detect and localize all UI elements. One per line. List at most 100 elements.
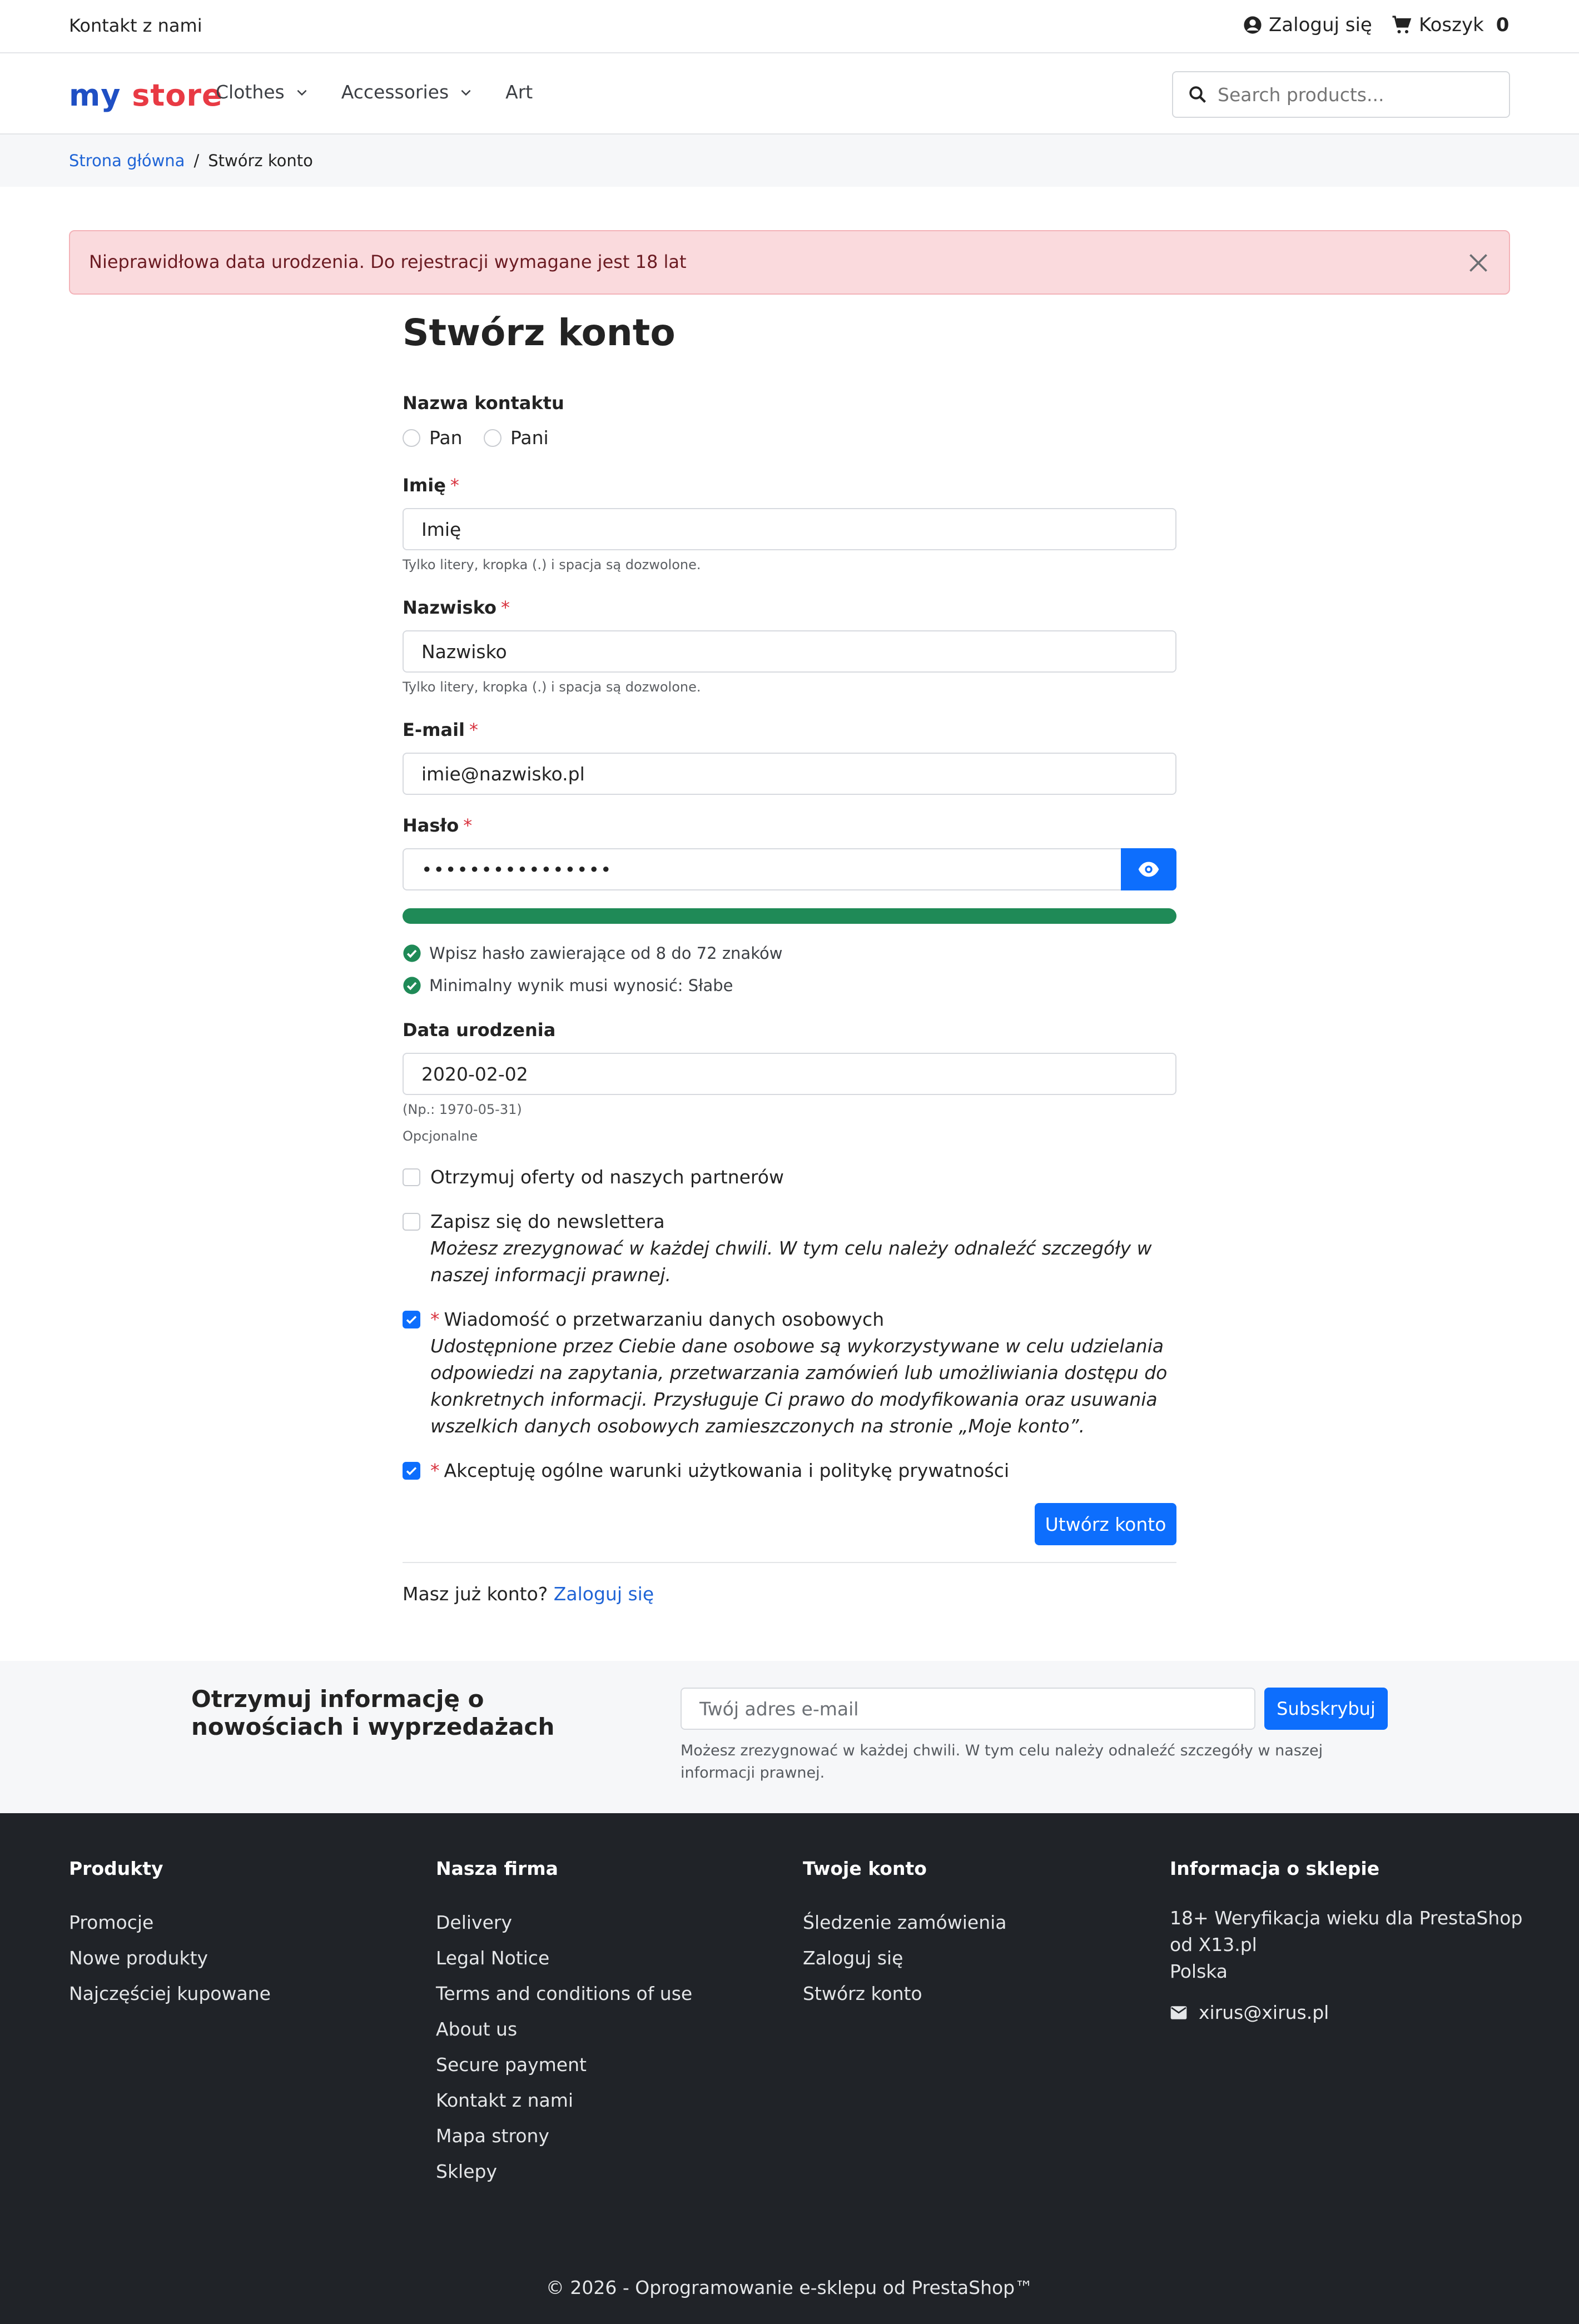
terms-text: * Akceptuję ogólne warunki użytkowania i … bbox=[430, 1457, 1009, 1484]
cart-icon bbox=[1392, 16, 1412, 33]
checkbox-box bbox=[403, 1213, 420, 1231]
required-mark: * bbox=[463, 815, 473, 836]
newsletter-footnote: Możesz zrezygnować w każdej chwili. W ty… bbox=[681, 1742, 1323, 1781]
required-mark: * bbox=[430, 1460, 440, 1481]
show-password-button[interactable] bbox=[1121, 848, 1176, 890]
store-logo[interactable]: my store bbox=[69, 78, 223, 113]
page-title: Stwórz konto bbox=[403, 311, 676, 354]
chevron-down-icon bbox=[297, 89, 307, 96]
footer-link[interactable]: Mapa strony bbox=[436, 2126, 692, 2146]
eye-icon bbox=[1138, 862, 1159, 877]
create-account-button[interactable]: Utwórz konto bbox=[1035, 1503, 1176, 1545]
footer-heading: Twoje konto bbox=[803, 1858, 927, 1879]
firstname-hint: Tylko litery, kropka (.) i spacja są doz… bbox=[403, 557, 701, 573]
lastname-label: Nazwisko * bbox=[403, 597, 510, 618]
logo-text-store: store bbox=[132, 78, 223, 113]
login-link[interactable]: Zaloguj się bbox=[1243, 14, 1372, 36]
password-rule-score: Minimalny wynik musi wynosić: Słabe bbox=[403, 976, 733, 995]
gender-radio-pani[interactable]: Pani bbox=[484, 427, 549, 449]
contact-link[interactable]: Kontakt z nami bbox=[69, 15, 202, 36]
firstname-input[interactable]: Imię bbox=[403, 508, 1176, 550]
footer-link[interactable]: Terms and conditions of use bbox=[436, 1984, 692, 2004]
radio-label: Pani bbox=[510, 427, 549, 449]
footer-link[interactable]: Śledzenie zamówienia bbox=[803, 1913, 1007, 1933]
footer-link[interactable]: Nowe produkty bbox=[69, 1948, 271, 1968]
footer-link[interactable]: Legal Notice bbox=[436, 1948, 692, 1968]
footer-heading: Produkty bbox=[69, 1858, 163, 1879]
footer-link[interactable]: Kontakt z nami bbox=[436, 2091, 692, 2111]
login-link-form[interactable]: Zaloguj się bbox=[554, 1583, 654, 1605]
store-email[interactable]: xirus@xirus.pl bbox=[1170, 2002, 1526, 2023]
newsletter-email-input[interactable]: Twój adres e-mail bbox=[681, 1688, 1255, 1730]
terms-checkbox[interactable]: * Akceptuję ogólne warunki użytkowania i … bbox=[403, 1457, 1176, 1484]
check-circle-icon bbox=[403, 944, 421, 962]
lastname-input[interactable]: Nazwisko bbox=[403, 630, 1176, 673]
nav-item-clothes[interactable]: Clothes bbox=[216, 81, 309, 103]
privacy-checkbox[interactable]: * Wiadomość o przetwarzaniu danych osobow… bbox=[403, 1306, 1176, 1440]
footer-link[interactable]: Zaloguj się bbox=[803, 1948, 1007, 1968]
gender-label: Nazwa kontaktu bbox=[403, 392, 564, 414]
main-nav: Clothes Accessories Art bbox=[216, 81, 533, 103]
cart-label: Koszyk bbox=[1419, 14, 1484, 36]
footer-link[interactable]: Delivery bbox=[436, 1913, 692, 1933]
birthday-optional: Opcjonalne bbox=[403, 1128, 478, 1144]
newsletter-section: Otrzymuj informację o nowościach i wyprz… bbox=[0, 1661, 1579, 1813]
newsletter-title: Otrzymuj informację o nowościach i wyprz… bbox=[191, 1685, 555, 1740]
nav-item-art[interactable]: Art bbox=[505, 81, 533, 103]
footer-heading: Nasza firma bbox=[436, 1858, 558, 1879]
search-box bbox=[1172, 71, 1510, 118]
form-divider bbox=[403, 1562, 1176, 1563]
birthday-label: Data urodzenia bbox=[403, 1019, 556, 1041]
privacy-note: Udostępnione przez Ciebie dane osobowe s… bbox=[430, 1335, 1168, 1437]
label-text: E-mail bbox=[403, 719, 465, 740]
birthday-input[interactable]: 2020-02-02 bbox=[403, 1053, 1176, 1095]
rule-text: Wpisz hasło zawierające od 8 do 72 znakó… bbox=[429, 944, 783, 963]
chevron-down-icon bbox=[461, 89, 471, 96]
check-icon bbox=[406, 1316, 417, 1324]
footer-link[interactable]: About us bbox=[436, 2019, 692, 2039]
breadcrumb-separator: / bbox=[193, 151, 200, 170]
nav-label: Accessories bbox=[341, 81, 449, 103]
password-rule-length: Wpisz hasło zawierające od 8 do 72 znakó… bbox=[403, 944, 782, 963]
lastname-hint: Tylko litery, kropka (.) i spacja są doz… bbox=[403, 679, 701, 695]
logo-text-my: my bbox=[69, 78, 121, 113]
footer-link[interactable]: Sklepy bbox=[436, 2162, 692, 2182]
terms-label: Akceptuję ogólne warunki użytkowania i p… bbox=[444, 1460, 1010, 1481]
gender-radio-pan[interactable]: Pan bbox=[403, 427, 463, 449]
cart-count: 0 bbox=[1496, 14, 1510, 36]
radio-circle bbox=[403, 429, 420, 447]
cart-link[interactable]: Koszyk 0 bbox=[1391, 14, 1509, 36]
email-input[interactable]: imie@nazwisko.pl bbox=[403, 753, 1176, 795]
optin-checkbox[interactable]: Otrzymuj oferty od naszych partnerów bbox=[403, 1164, 784, 1191]
footer-company: Nasza firma Delivery Legal Notice Terms … bbox=[436, 1858, 692, 2197]
have-account-text: Masz już konto? bbox=[403, 1583, 548, 1605]
breadcrumb-home[interactable]: Strona główna bbox=[69, 151, 185, 170]
breadcrumb: Strona główna / Stwórz konto bbox=[0, 135, 1579, 187]
subscribe-button[interactable]: Subskrybuj bbox=[1264, 1688, 1388, 1730]
email-label: E-mail * bbox=[403, 719, 478, 740]
breadcrumb-current: Stwórz konto bbox=[208, 151, 313, 170]
nav-label: Art bbox=[505, 81, 533, 103]
checkbox-box-checked bbox=[403, 1311, 420, 1328]
search-input[interactable] bbox=[1218, 83, 1496, 106]
password-strength-bar bbox=[403, 908, 1176, 924]
footer-link[interactable]: Stwórz konto bbox=[803, 1984, 1007, 2004]
radio-label: Pan bbox=[429, 427, 463, 449]
newsletter-checkbox[interactable]: Zapisz się do newslettera Możesz zrezygn… bbox=[403, 1208, 1176, 1288]
required-mark: * bbox=[450, 475, 459, 496]
copyright: © 2026 - Oprogramowanie e-sklepu od Pres… bbox=[545, 2277, 1034, 2298]
check-icon bbox=[406, 1467, 417, 1475]
nav-item-accessories[interactable]: Accessories bbox=[341, 81, 473, 103]
password-input[interactable]: •••••••••••••••• bbox=[403, 848, 1122, 890]
footer-link[interactable]: Secure payment bbox=[436, 2055, 692, 2075]
rule-text: Minimalny wynik musi wynosić: Słabe bbox=[429, 976, 733, 995]
close-icon[interactable] bbox=[1464, 249, 1492, 277]
footer-link[interactable]: Najczęściej kupowane bbox=[69, 1984, 271, 2004]
footer-account: Twoje konto Śledzenie zamówienia Zaloguj… bbox=[803, 1858, 1007, 2019]
privacy-label: Wiadomość o przetwarzaniu danych osobowy… bbox=[444, 1308, 885, 1330]
footer-link[interactable]: Promocje bbox=[69, 1913, 271, 1933]
newsletter-note: Możesz zrezygnować w każdej chwili. W ty… bbox=[430, 1237, 1152, 1286]
nav-label: Clothes bbox=[216, 81, 285, 103]
have-account: Masz już konto? Zaloguj się bbox=[403, 1583, 654, 1605]
birthday-example: (Np.: 1970-05-31) bbox=[403, 1102, 522, 1117]
